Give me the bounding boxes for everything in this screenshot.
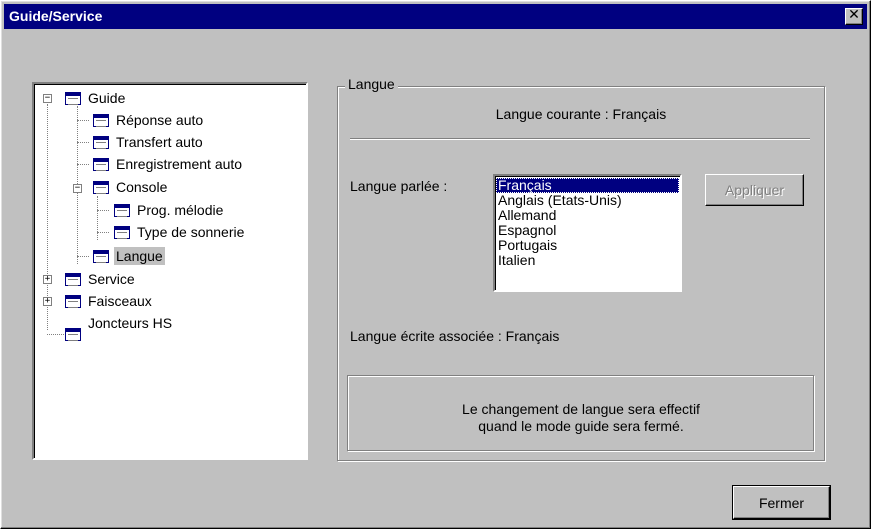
spoken-language-label: Langue parlée : [350, 178, 448, 194]
tree-expander-faisceaux[interactable]: + [43, 297, 52, 306]
apply-button[interactable]: Appliquer [705, 174, 804, 206]
tree-item-service[interactable]: Service [86, 270, 137, 288]
tree-item-joncteurs-hs[interactable]: Joncteurs HS [86, 314, 174, 332]
current-language-text: Langue courante : Français [495, 106, 667, 122]
tree-item-prog-melodie[interactable]: Prog. mélodie [135, 201, 225, 219]
folder-list-icon [65, 273, 81, 286]
groupbox-title: Langue [345, 76, 398, 92]
folder-list-icon [65, 92, 81, 105]
list-icon [93, 250, 109, 263]
language-option[interactable]: Italien [496, 253, 679, 268]
tree-item-langue[interactable]: Langue [114, 247, 165, 265]
list-icon [93, 158, 109, 171]
tree-connector [97, 232, 109, 233]
list-icon [114, 204, 130, 217]
list-icon [65, 328, 81, 341]
window-title: Guide/Service [9, 8, 103, 24]
tree-item-transfert-auto[interactable]: Transfert auto [114, 133, 205, 151]
navigation-tree[interactable]: − Guide Réponse auto Transfert auto Enre… [32, 82, 308, 460]
language-option[interactable]: Français [496, 178, 679, 193]
tree-connector [77, 164, 89, 165]
fermer-button[interactable]: Fermer [733, 486, 830, 519]
tree-connector [77, 142, 89, 143]
language-option[interactable]: Allemand [496, 208, 679, 223]
tree-item-enregistrement-auto[interactable]: Enregistrement auto [114, 155, 244, 173]
tree-expander-guide[interactable]: − [43, 94, 52, 103]
list-icon [93, 136, 109, 149]
notice-line-2: quand le mode guide sera fermé. [478, 418, 684, 434]
notice-line-1: Le changement de langue sera effectif [462, 401, 700, 417]
spoken-language-listbox[interactable]: Français Anglais (Etats-Unis) Allemand E… [493, 174, 682, 292]
list-icon [93, 114, 109, 127]
tree-item-reponse-auto[interactable]: Réponse auto [114, 111, 205, 129]
folder-list-icon [93, 181, 109, 194]
close-icon[interactable]: ✕ [845, 8, 863, 25]
tree-item-console[interactable]: Console [114, 178, 169, 196]
tree-item-type-sonnerie[interactable]: Type de sonnerie [135, 223, 246, 241]
tree-connector [97, 196, 98, 240]
notice-box: Le changement de langue sera effectif qu… [347, 375, 815, 452]
folder-list-icon [65, 295, 81, 308]
tree-expander-console[interactable]: − [73, 184, 82, 193]
tree-item-faisceaux[interactable]: Faisceaux [86, 292, 154, 310]
tree-connector [97, 210, 109, 211]
tree-connector [77, 120, 89, 121]
tree-expander-service[interactable]: + [43, 275, 52, 284]
language-option[interactable]: Portugais [496, 238, 679, 253]
title-bar[interactable]: Guide/Service ✕ [4, 4, 867, 29]
language-option[interactable]: Espagnol [496, 223, 679, 238]
separator [350, 138, 810, 140]
written-language-text: Langue écrite associée : Français [350, 328, 560, 344]
language-option[interactable]: Anglais (Etats-Unis) [496, 193, 679, 208]
tree-connector [77, 256, 89, 257]
tree-connector [47, 334, 64, 335]
tree-item-guide[interactable]: Guide [86, 89, 127, 107]
list-icon [114, 226, 130, 239]
